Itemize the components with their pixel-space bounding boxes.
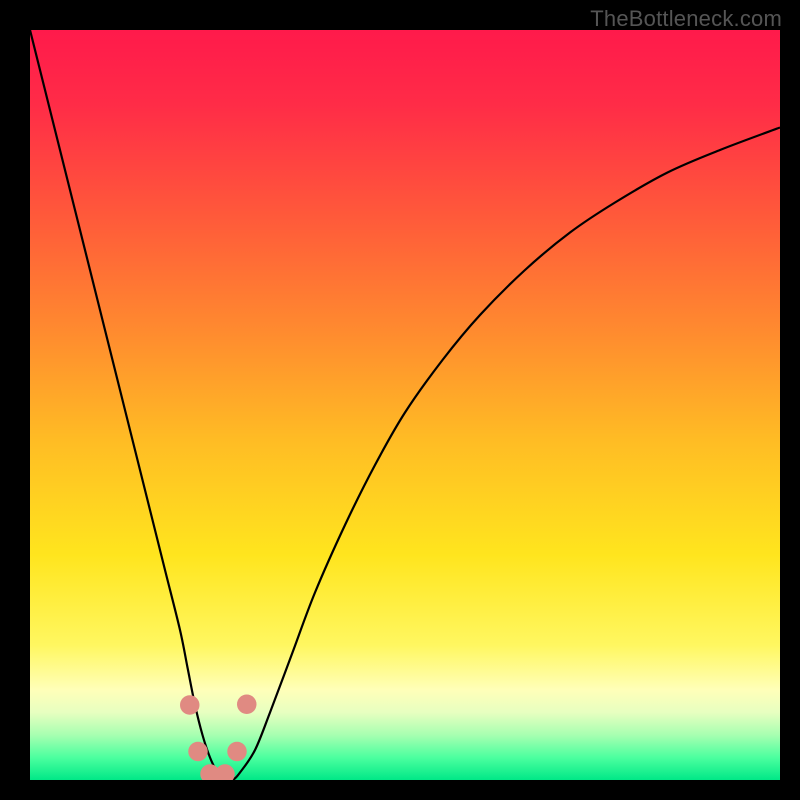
marker-dot — [180, 695, 200, 715]
marker-dot — [227, 742, 247, 762]
chart-svg — [30, 30, 780, 780]
chart-frame: TheBottleneck.com — [0, 0, 800, 800]
gradient-background — [30, 30, 780, 780]
marker-dot — [237, 695, 257, 715]
marker-dot — [188, 742, 208, 762]
watermark-text: TheBottleneck.com — [590, 6, 782, 32]
plot-area — [30, 30, 780, 780]
